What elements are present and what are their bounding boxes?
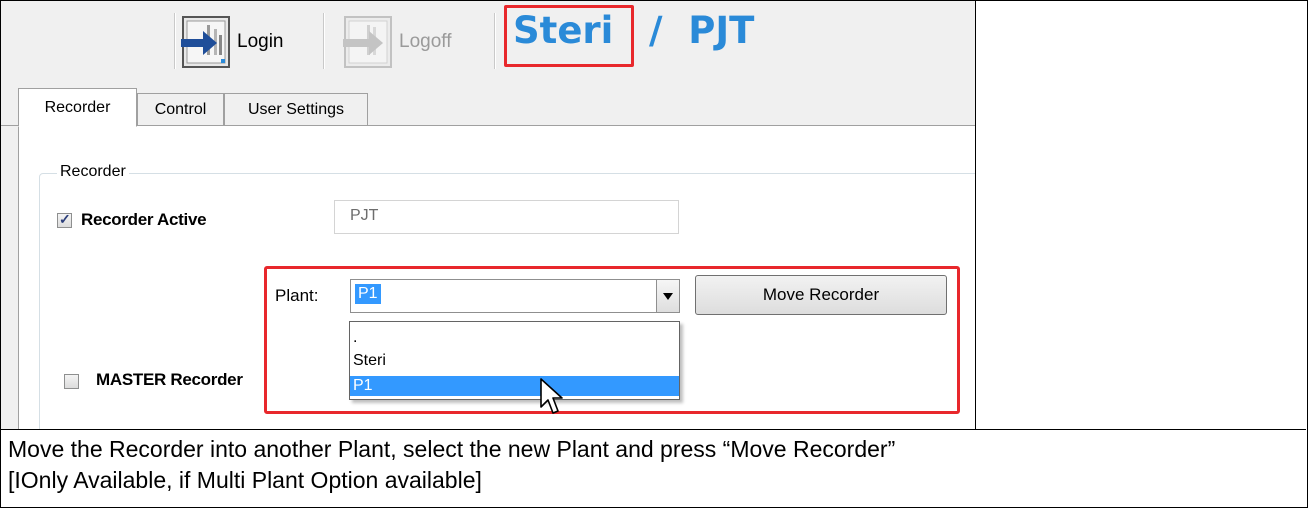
caption: Move the Recorder into another Plant, se… <box>1 429 1306 507</box>
toolbar-separator <box>174 13 176 69</box>
highlight-box-plant-move <box>264 266 960 414</box>
title-separator: / <box>649 9 663 52</box>
recorder-name-field[interactable]: PJT <box>334 200 679 234</box>
tab-label: Recorder <box>44 98 111 116</box>
tab-label: User Settings <box>247 100 345 118</box>
toolbar-separator <box>323 13 325 69</box>
master-recorder-label: MASTER Recorder <box>96 370 243 389</box>
logoff-icon <box>343 15 393 69</box>
mouse-pointer-icon <box>539 377 565 417</box>
application-window: Login Logoff Steri / PJT Recorder Contro… <box>1 1 976 429</box>
login-button[interactable]: Login <box>181 13 284 71</box>
toolbar-separator <box>494 13 496 69</box>
groupbox-title: Recorder <box>57 163 129 181</box>
tab-control[interactable]: Control <box>137 93 224 125</box>
login-icon <box>181 15 231 69</box>
recorder-active-checkbox[interactable] <box>57 211 72 228</box>
tab-recorder[interactable]: Recorder <box>18 88 137 127</box>
recorder-title: / PJT <box>649 9 754 52</box>
caption-line-2: [IOnly Available, if Multi Plant Option … <box>8 467 482 493</box>
tab-label: Control <box>154 100 207 118</box>
caption-line-1: Move the Recorder into another Plant, se… <box>8 436 896 462</box>
toolbar: Login Logoff Steri / PJT <box>1 1 975 85</box>
recorder-title-text: PJT <box>688 9 755 52</box>
logoff-label: Logoff <box>399 31 452 52</box>
login-label: Login <box>237 31 284 52</box>
highlight-box-plant-title <box>504 5 634 67</box>
tab-user-settings[interactable]: User Settings <box>224 93 368 125</box>
master-recorder-checkbox[interactable] <box>64 374 79 389</box>
recorder-active-label: Recorder Active <box>81 210 207 229</box>
logoff-button[interactable]: Logoff <box>343 13 451 71</box>
